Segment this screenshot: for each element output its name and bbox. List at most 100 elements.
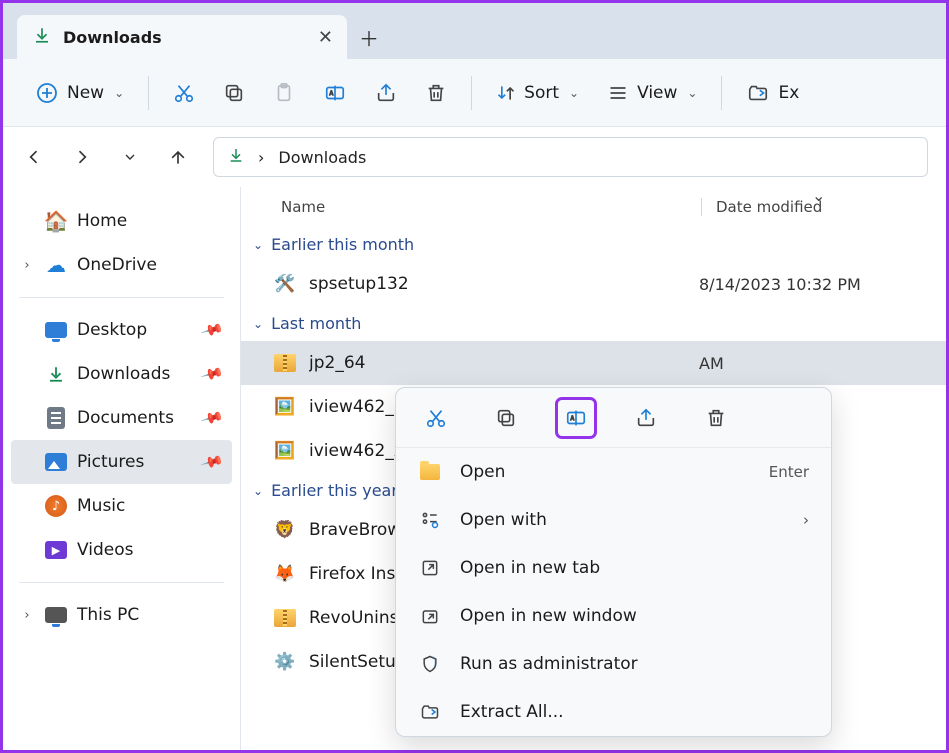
close-icon[interactable]: ✕ [318,27,333,48]
ctx-open-with[interactable]: Open with› [396,496,831,544]
group-last-month[interactable]: ⌄Last month [241,306,946,341]
sidebar-item-thispc[interactable]: › This PC [11,593,232,637]
sidebar-label: Documents [77,408,174,428]
exe-icon: 🦊 [271,560,299,588]
download-icon [33,26,51,48]
address-bar[interactable]: › Downloads [213,137,928,177]
exe-icon: ⚙️ [271,648,299,676]
shortcut-label: Enter [769,463,809,481]
divider [19,297,224,298]
file-row[interactable]: 🛠️spsetup1328/14/2023 10:32 PM [241,262,946,306]
up-button[interactable] [165,144,191,170]
ctx-share-button[interactable] [628,400,664,436]
zip-icon [271,349,299,377]
sidebar-label: Videos [77,540,134,560]
ctx-delete-button[interactable] [698,400,734,436]
chevron-down-icon: ⌄ [253,484,263,498]
column-headers: Name Date modified [241,187,946,227]
forward-button[interactable] [69,144,95,170]
ctx-copy-button[interactable] [488,400,524,436]
sidebar-item-videos[interactable]: ▶ Videos [11,528,232,572]
videos-icon: ▶ [45,539,67,561]
exe-icon: 🦁 [271,516,299,544]
view-button[interactable]: View ⌄ [597,77,707,109]
tab-bar: Downloads ✕ ＋ [3,3,946,59]
sidebar-label: Desktop [77,320,147,340]
sort-button[interactable]: Sort ⌄ [486,77,589,109]
paste-button[interactable] [263,76,305,110]
new-button[interactable]: New ⌄ [25,75,134,111]
download-icon [45,363,67,385]
context-menu: OpenEnter Open with› Open in new tab Ope… [395,387,832,737]
extract-icon [418,700,442,724]
file-row-selected[interactable]: jp2_64 AM [241,341,946,385]
delete-button[interactable] [415,76,457,110]
sidebar-item-documents[interactable]: Documents 📌 [11,396,232,440]
toolbar: New ⌄ Sort ⌄ View ⌄ Ex [3,59,946,127]
new-tab-button[interactable]: ＋ [347,15,391,59]
back-button[interactable] [21,144,47,170]
newwindow-icon [418,604,442,628]
pin-icon: 📌 [200,406,225,431]
column-date[interactable]: Date modified [701,198,822,216]
extract-label: Ex [778,83,799,103]
exe-icon: 🖼️ [271,393,299,421]
breadcrumb-downloads[interactable]: Downloads [278,148,366,167]
recent-button[interactable] [117,144,143,170]
extract-button[interactable]: Ex [736,76,809,110]
documents-icon [45,407,67,429]
download-icon [228,147,244,167]
ctx-extract-all[interactable]: Extract All... [396,688,831,736]
zip-icon [271,604,299,632]
chevron-right-icon: › [803,511,809,529]
chevron-down-icon: ⌄ [253,317,263,331]
apps-icon [418,508,442,532]
share-button[interactable] [365,76,407,110]
sidebar-item-home[interactable]: 🏠 Home [11,199,232,243]
sidebar-label: This PC [77,605,139,625]
cut-button[interactable] [163,76,205,110]
chevron-down-icon: ⌄ [114,86,124,100]
ctx-cut-button[interactable] [418,400,454,436]
sidebar-label: Home [77,211,127,231]
ctx-open[interactable]: OpenEnter [396,448,831,496]
sidebar-item-downloads[interactable]: Downloads 📌 [11,352,232,396]
group-earlier-month[interactable]: ⌄Earlier this month [241,227,946,262]
sidebar-item-music[interactable]: ♪Music [11,484,232,528]
rename-button[interactable] [313,76,357,110]
pin-icon: 📌 [200,450,225,475]
separator [471,76,472,110]
ctx-open-new-window[interactable]: Open in new window [396,592,831,640]
sidebar-item-pictures[interactable]: Pictures📌 [11,440,232,484]
breadcrumb-sep: › [258,148,264,167]
separator [148,76,149,110]
new-label: New [67,83,104,103]
chevron-right-icon[interactable]: › [19,608,35,623]
chevron-down-icon: ⌄ [569,86,579,100]
column-name[interactable]: Name [281,198,701,216]
sidebar-item-onedrive[interactable]: ›☁OneDrive [11,243,232,287]
sidebar: 🏠 Home ›☁OneDrive Desktop 📌 Downloads 📌 Doc… [3,187,241,750]
sidebar-item-desktop[interactable]: Desktop 📌 [11,308,232,352]
nav-row: › Downloads [3,127,946,187]
tab-downloads[interactable]: Downloads ✕ [17,15,347,59]
sidebar-label: Downloads [77,364,170,384]
copy-button[interactable] [213,76,255,110]
home-icon: 🏠 [45,210,67,232]
exe-icon: 🖼️ [271,437,299,465]
sort-label: Sort [524,83,559,103]
chevron-right-icon[interactable]: › [19,258,35,273]
chevron-down-icon: ⌄ [253,238,263,252]
view-label: View [637,83,677,103]
ctx-rename-button[interactable] [558,400,594,436]
desktop-icon [45,319,67,341]
context-action-bar [396,388,831,448]
exe-icon: 🛠️ [271,270,299,298]
ctx-run-admin[interactable]: Run as administrator [396,640,831,688]
pictures-icon [45,451,67,473]
pin-icon: 📌 [200,318,225,343]
folder-icon [418,460,442,484]
ctx-open-new-tab[interactable]: Open in new tab [396,544,831,592]
pin-icon: 📌 [200,362,225,387]
music-icon: ♪ [45,495,67,517]
